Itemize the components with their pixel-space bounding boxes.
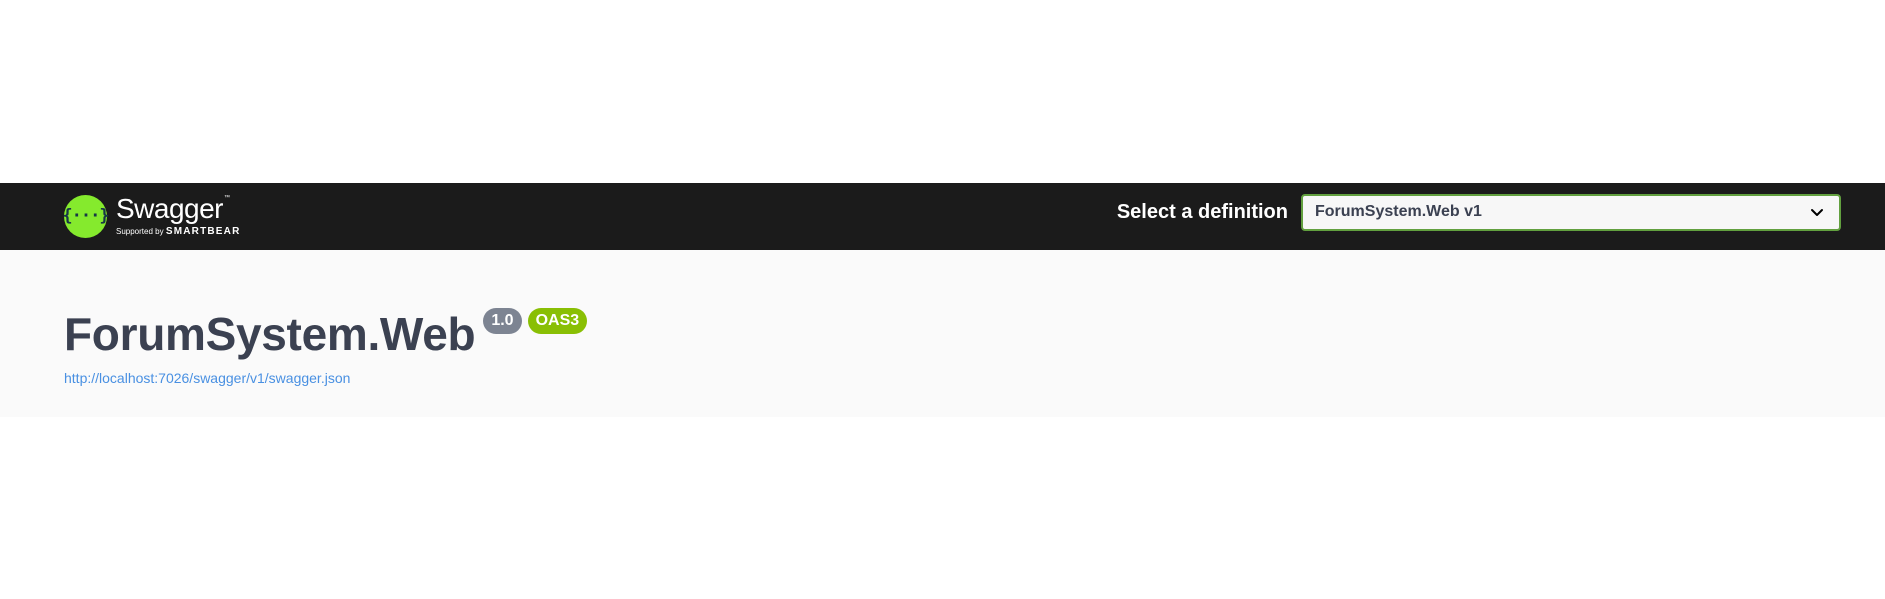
chevron-down-icon — [1811, 209, 1823, 216]
oas-badge: OAS3 — [527, 308, 588, 334]
supported-by-text: Supported by — [116, 227, 164, 236]
logo-subtitle: Supported by SMARTBEAR — [116, 227, 241, 237]
selected-definition: ForumSystem.Web v1 — [1315, 203, 1482, 220]
api-title: ForumSystem.Web — [64, 308, 476, 360]
title-row: ForumSystem.Web 1.0 OAS3 — [64, 308, 588, 360]
swagger-logo-link[interactable]: {···} Swagger™ Supported by SMARTBEAR — [62, 189, 241, 243]
logo-name: Swagger™ — [116, 195, 241, 223]
spec-url-link[interactable]: http://localhost:7026/swagger/v1/swagger… — [64, 370, 350, 386]
api-info-section: ForumSystem.Web 1.0 OAS3 http://localhos… — [0, 250, 1885, 417]
logo-text: Swagger™ Supported by SMARTBEAR — [116, 195, 241, 237]
select-definition-label: Select a definition — [1116, 200, 1288, 223]
definition-selector: Select a definition ForumSystem.Web v1 — [1116, 193, 1841, 231]
version-badge: 1.0 — [483, 308, 522, 334]
topbar: {···} Swagger™ Supported by SMARTBEAR Se… — [0, 183, 1885, 250]
definition-select[interactable]: ForumSystem.Web v1 — [1301, 193, 1841, 231]
swagger-logo-icon: {···} — [62, 194, 110, 238]
smartbear-brand: SMARTBEAR — [165, 226, 241, 237]
logo-name-text: Swagger — [116, 193, 224, 224]
trademark: ™ — [224, 195, 230, 201]
